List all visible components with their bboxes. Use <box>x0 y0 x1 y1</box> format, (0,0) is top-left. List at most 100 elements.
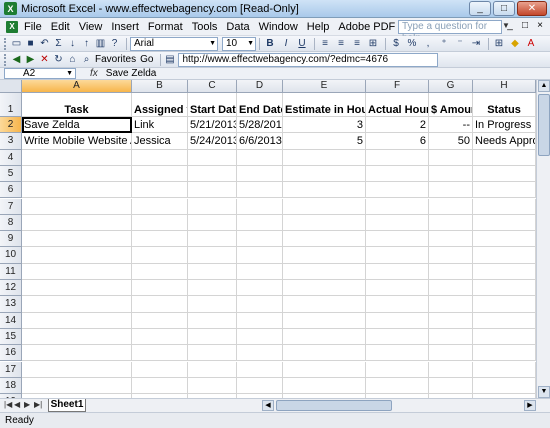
empty-cell[interactable] <box>429 296 473 313</box>
empty-cell[interactable] <box>283 214 366 232</box>
table-cell[interactable]: 6 <box>366 133 429 150</box>
column-header[interactable]: A <box>22 80 132 93</box>
row-header[interactable]: 12 <box>0 280 22 297</box>
doc-close-button[interactable]: × <box>534 20 546 31</box>
align-left-icon[interactable]: ≡ <box>318 38 332 49</box>
menu-insert[interactable]: Insert <box>111 21 139 33</box>
empty-cell[interactable] <box>22 182 132 199</box>
decrease-decimal-icon[interactable]: ⁻ <box>453 38 467 49</box>
empty-cell[interactable] <box>132 263 188 280</box>
empty-cell[interactable] <box>188 182 237 199</box>
empty-cell[interactable] <box>237 165 283 183</box>
empty-cell[interactable] <box>237 312 283 329</box>
empty-cell[interactable] <box>188 377 237 395</box>
empty-cell[interactable] <box>237 280 283 297</box>
save-icon[interactable]: ■ <box>25 38 36 49</box>
empty-cell[interactable] <box>188 312 237 329</box>
empty-cell[interactable] <box>132 214 188 232</box>
table-cell[interactable]: 2 <box>366 117 429 134</box>
sheet-tab[interactable]: Sheet1 <box>48 399 86 412</box>
header-cell[interactable]: Start Date <box>188 93 237 117</box>
empty-cell[interactable] <box>237 198 283 215</box>
empty-cell[interactable] <box>429 312 473 329</box>
empty-cell[interactable] <box>188 165 237 183</box>
row-header[interactable]: 8 <box>0 214 22 232</box>
empty-cell[interactable] <box>132 182 188 199</box>
empty-cell[interactable] <box>366 345 429 362</box>
empty-cell[interactable] <box>283 149 366 166</box>
header-cell[interactable]: $ Amount <box>429 93 473 117</box>
minimize-button[interactable]: _ <box>469 1 491 16</box>
function-icon[interactable]: fx <box>90 68 98 79</box>
comma-style-icon[interactable]: , <box>421 38 435 49</box>
open-icon[interactable]: ▭ <box>11 38 22 49</box>
empty-cell[interactable] <box>366 247 429 264</box>
empty-cell[interactable] <box>429 231 473 248</box>
scroll-up-icon[interactable]: ▲ <box>538 80 550 92</box>
empty-cell[interactable] <box>429 182 473 199</box>
table-cell[interactable]: 5/28/2013 <box>237 117 283 134</box>
vertical-scrollbar[interactable]: ▲ ▼ <box>536 80 550 398</box>
percent-button[interactable]: % <box>405 38 419 49</box>
empty-cell[interactable] <box>22 280 132 297</box>
column-header[interactable]: G <box>429 80 473 93</box>
empty-cell[interactable] <box>132 361 188 378</box>
empty-cell[interactable] <box>188 247 237 264</box>
empty-cell[interactable] <box>188 198 237 215</box>
stop-icon[interactable]: ✕ <box>39 54 50 65</box>
empty-cell[interactable] <box>473 328 536 346</box>
menu-data[interactable]: Data <box>226 21 249 33</box>
table-cell[interactable]: -- <box>429 117 473 134</box>
table-cell[interactable]: 6/6/2013 <box>237 133 283 150</box>
empty-cell[interactable] <box>473 231 536 248</box>
empty-cell[interactable] <box>237 377 283 395</box>
empty-cell[interactable] <box>22 377 132 395</box>
favorites-menu[interactable]: Favorites <box>95 54 136 65</box>
help-icon[interactable]: ? <box>109 38 120 49</box>
empty-cell[interactable] <box>22 312 132 329</box>
row-header[interactable]: 18 <box>0 377 22 395</box>
header-cell[interactable]: Estimate in Hours <box>283 93 366 117</box>
empty-cell[interactable] <box>283 231 366 248</box>
empty-cell[interactable] <box>429 214 473 232</box>
table-cell[interactable]: Save Zelda <box>22 117 132 134</box>
empty-cell[interactable] <box>237 296 283 313</box>
empty-cell[interactable] <box>22 296 132 313</box>
table-cell[interactable]: Needs Approval <box>473 133 536 150</box>
empty-cell[interactable] <box>366 280 429 297</box>
empty-cell[interactable] <box>366 198 429 215</box>
table-cell[interactable]: 50 <box>429 133 473 150</box>
empty-cell[interactable] <box>132 296 188 313</box>
empty-cell[interactable] <box>22 198 132 215</box>
empty-cell[interactable] <box>237 231 283 248</box>
empty-cell[interactable] <box>22 231 132 248</box>
empty-cell[interactable] <box>473 345 536 362</box>
table-cell[interactable]: 3 <box>283 117 366 134</box>
table-cell[interactable]: 5 <box>283 133 366 150</box>
empty-cell[interactable] <box>132 377 188 395</box>
empty-cell[interactable] <box>366 182 429 199</box>
select-all-button[interactable] <box>0 80 22 93</box>
empty-cell[interactable] <box>188 328 237 346</box>
empty-cell[interactable] <box>237 263 283 280</box>
header-cell[interactable]: Actual Hours <box>366 93 429 117</box>
empty-cell[interactable] <box>366 149 429 166</box>
sort-descending-icon[interactable]: ↑ <box>81 38 92 49</box>
empty-cell[interactable] <box>237 328 283 346</box>
first-sheet-icon[interactable]: |◀ <box>4 400 12 409</box>
prev-sheet-icon[interactable]: ◀ <box>14 400 20 409</box>
empty-cell[interactable] <box>366 214 429 232</box>
menu-tools[interactable]: Tools <box>192 21 218 33</box>
increase-decimal-icon[interactable]: ⁺ <box>437 38 451 49</box>
empty-cell[interactable] <box>366 263 429 280</box>
empty-cell[interactable] <box>429 165 473 183</box>
empty-cell[interactable] <box>132 345 188 362</box>
empty-cell[interactable] <box>283 165 366 183</box>
font-select[interactable]: Arial ▼ <box>130 36 218 51</box>
show-web-toolbar-icon[interactable]: ▤ <box>164 54 175 65</box>
column-header[interactable]: D <box>237 80 283 93</box>
empty-cell[interactable] <box>366 165 429 183</box>
chevron-down-icon[interactable]: ▼ <box>66 69 73 78</box>
table-cell[interactable]: Write Mobile Website Article <box>22 133 132 150</box>
vertical-scroll-thumb[interactable] <box>538 94 550 156</box>
